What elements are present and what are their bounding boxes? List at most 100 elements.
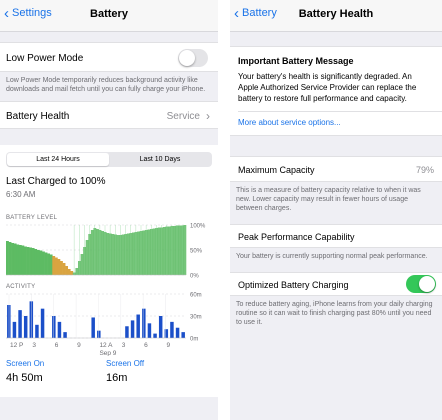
activity-chart: 60m 30m 0m 12 P 3 6 9 12 A 3 6 9 Sep 9 <box>6 293 202 356</box>
activity-bar <box>130 320 135 338</box>
battery-level-bar <box>42 251 45 275</box>
battery-level-bar <box>34 249 38 275</box>
battery-level-bar <box>54 257 58 275</box>
activity-bar <box>57 321 62 338</box>
battery-level-bar <box>70 271 74 275</box>
optimized-charging-row: Optimized Battery Charging <box>230 272 442 296</box>
activity-bar <box>158 316 163 338</box>
battery-level-bar <box>29 247 33 275</box>
battery-settings-panel: ‹ Settings Battery Low Power Mode Low Po… <box>0 0 218 420</box>
activity-bar <box>142 308 146 338</box>
nav-bar: ‹ Battery Battery Health <box>230 0 442 32</box>
battery-level-bar <box>162 227 166 275</box>
peak-performance-label: Peak Performance Capability <box>238 232 355 242</box>
battery-level-bar <box>67 269 71 275</box>
battery-usage-section: Last 24 Hours Last 10 Days Last Charged … <box>0 145 218 397</box>
battery-level-bar <box>13 243 17 275</box>
battery-level-bar <box>121 234 125 275</box>
activity-bar <box>181 332 185 338</box>
battery-health-status: Service <box>166 111 200 122</box>
x-tick-label: 6 <box>144 342 148 349</box>
activity-bar <box>147 323 152 338</box>
segment-last-10-days[interactable]: Last 10 Days <box>109 153 211 166</box>
chevron-right-icon: › <box>206 109 210 123</box>
activity-label: ACTIVITY <box>6 284 36 290</box>
battery-level-bar <box>157 227 161 275</box>
maximum-capacity-value: 79% <box>415 165 434 175</box>
date-label: Sep 9 <box>99 350 116 356</box>
time-range-segmented-control: Last 24 Hours Last 10 Days <box>6 152 212 167</box>
activity-bar <box>18 310 22 338</box>
battery-level-bar <box>85 240 89 275</box>
screen-off-label: Screen Off <box>106 359 145 368</box>
battery-level-bar <box>101 231 105 275</box>
low-power-mode-toggle[interactable] <box>178 49 208 67</box>
battery-level-bar <box>142 230 146 275</box>
screen-on-label: Screen On <box>6 359 45 368</box>
battery-level-bar <box>96 229 99 275</box>
battery-level-bar <box>44 252 48 275</box>
battery-level-bar <box>126 233 130 275</box>
optimized-charging-toggle[interactable] <box>406 275 436 293</box>
battery-health-panel: ‹ Battery Battery Health Important Batte… <box>230 0 442 420</box>
message-body: Your battery's health is significantly d… <box>238 72 417 103</box>
battery-level-bar <box>11 243 15 275</box>
important-battery-message: Important Battery Message Your battery's… <box>230 46 442 136</box>
maximum-capacity-row: Maximum Capacity 79% <box>230 156 442 182</box>
low-power-mode-row: Low Power Mode <box>0 42 218 72</box>
service-options-link[interactable]: More about service options... <box>230 112 442 135</box>
battery-level-bar <box>49 254 53 275</box>
battery-level-bar <box>132 232 135 275</box>
battery-level-bar <box>111 234 115 275</box>
segment-last-24-hours[interactable]: Last 24 Hours <box>7 153 109 166</box>
battery-level-bar <box>57 259 61 275</box>
y-tick-label: 100% <box>190 224 206 230</box>
low-power-mode-note: Low Power Mode temporarily reduces backg… <box>6 77 206 93</box>
last-charged-time: 6:30 AM <box>6 190 36 199</box>
y-tick-label: 30m <box>190 315 202 321</box>
battery-level-bar <box>47 253 51 275</box>
activity-bar <box>170 321 174 338</box>
x-tick-label: 12 P <box>10 342 23 349</box>
battery-level-bar <box>16 244 20 275</box>
battery-level-bar <box>62 263 66 275</box>
battery-level-bar <box>36 250 40 275</box>
battery-level-bar <box>178 225 182 275</box>
activity-bar <box>153 333 157 338</box>
message-title: Important Battery Message <box>238 56 354 66</box>
battery-health-label: Battery Health <box>6 111 70 122</box>
battery-level-bar <box>90 230 94 275</box>
battery-level-bar <box>168 226 171 275</box>
battery-level-bar <box>106 233 110 275</box>
y-tick-label: 60m <box>190 293 202 299</box>
battery-level-bar <box>26 247 30 275</box>
battery-level-bar <box>173 226 177 275</box>
optimized-charging-label: Optimized Battery Charging <box>238 280 349 290</box>
maximum-capacity-note: This is a measure of battery capacity re… <box>236 187 421 212</box>
activity-bar <box>175 327 180 338</box>
y-tick-label: 0% <box>190 274 199 280</box>
activity-bar <box>12 321 17 338</box>
battery-level-bar <box>6 241 9 275</box>
maximum-capacity-label: Maximum Capacity <box>238 165 315 175</box>
nav-bar: ‹ Settings Battery <box>0 0 218 32</box>
y-tick-label: 50% <box>190 249 203 255</box>
peak-performance-note: Your battery is currently supporting nor… <box>236 253 428 260</box>
battery-level-bar <box>39 250 43 275</box>
y-tick-label: 0m <box>190 337 198 343</box>
battery-health-row[interactable]: Battery Health Service › <box>0 101 218 129</box>
battery-level-bar <box>31 248 35 275</box>
screen-on-value: 4h 50m <box>6 372 43 384</box>
toggle-knob <box>419 276 435 292</box>
x-tick-label: 3 <box>122 342 126 349</box>
battery-level-bar <box>18 245 22 275</box>
x-tick-label: 9 <box>77 342 81 349</box>
activity-bar <box>125 326 129 338</box>
battery-level-bar <box>8 242 12 275</box>
battery-level-bar <box>137 231 141 275</box>
x-tick-label: 12 A <box>99 342 113 349</box>
peak-performance-row: Peak Performance Capability <box>230 224 442 248</box>
x-tick-label: 6 <box>55 342 59 349</box>
screen-off-value: 16m <box>106 372 128 384</box>
activity-bar <box>63 332 67 338</box>
